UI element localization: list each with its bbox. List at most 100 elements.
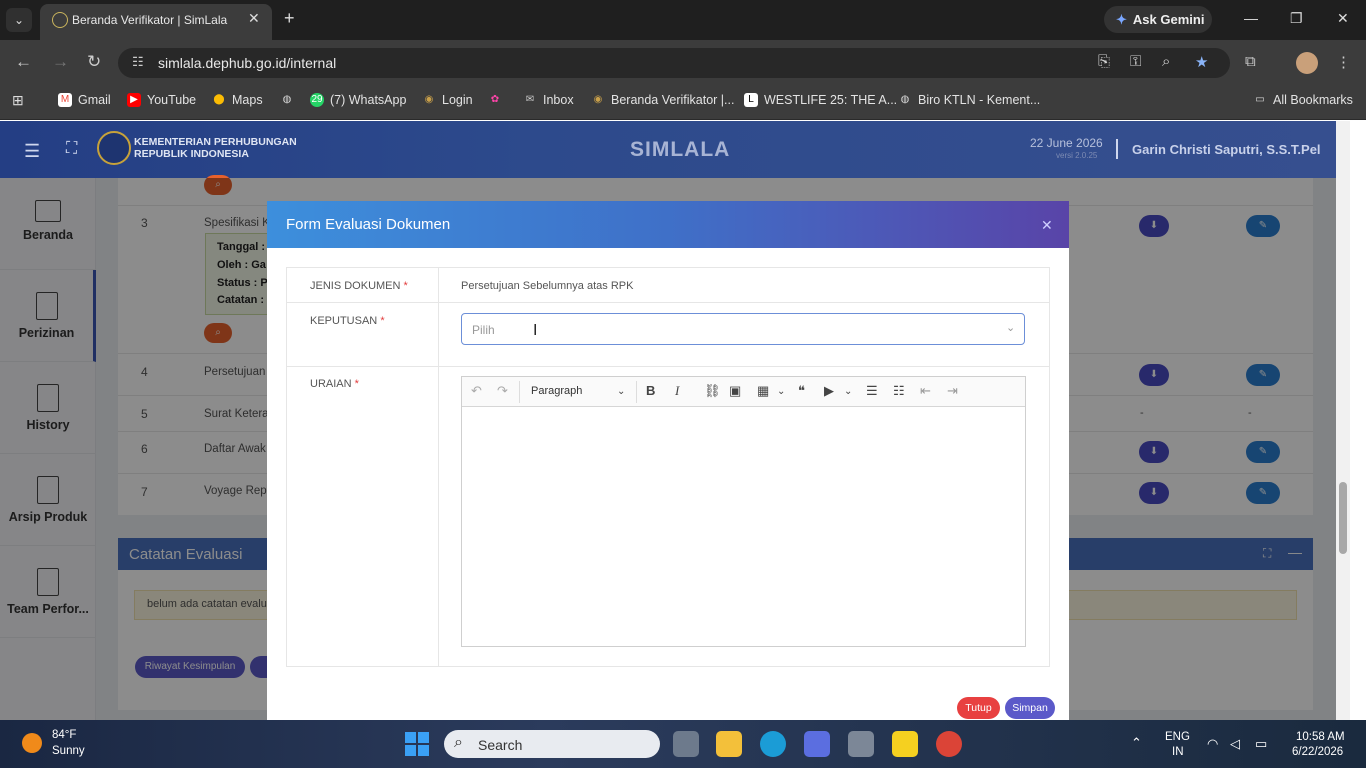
weather-condition[interactable]: Sunny	[52, 745, 85, 757]
form-row-divider	[287, 302, 1049, 303]
bold-icon[interactable]: B	[646, 383, 655, 398]
user-name[interactable]: Garin Christi Saputri, S.S.T.Pel	[1132, 142, 1321, 157]
reload-button[interactable]: ↻	[87, 52, 101, 72]
gemini-icon: ✦	[1116, 11, 1127, 27]
restore-button[interactable]: ❐	[1290, 10, 1303, 27]
ask-gemini-button[interactable]: ✦ Ask Gemini	[1104, 6, 1212, 33]
redo-icon[interactable]: ↷	[497, 383, 508, 399]
tab-close-icon[interactable]: ✕	[248, 10, 260, 27]
toolbar-separator	[519, 381, 520, 403]
text-cursor-icon: I	[533, 322, 538, 339]
forward-button[interactable]: →	[52, 52, 69, 72]
page-scrollbar[interactable]	[1336, 121, 1350, 720]
italic-icon[interactable]: I	[675, 383, 679, 399]
bookmark-maps[interactable]: ⬤ Maps	[212, 93, 262, 107]
bookmark-inbox[interactable]: ✉ Inbox	[523, 93, 574, 107]
bookmark-youtube[interactable]: ▶ YouTube	[127, 93, 196, 107]
clock-date[interactable]: 6/22/2026	[1292, 746, 1343, 758]
bookmark-globe[interactable]: ◍	[280, 93, 294, 107]
chevron-down-icon[interactable]: ⌄	[617, 386, 625, 397]
search-icon: ⌕	[454, 734, 463, 751]
edge-icon[interactable]	[760, 731, 786, 757]
chevron-down-icon[interactable]: ⌄	[777, 386, 785, 397]
ministry-name-line2: REPUBLIK INDONESIA	[134, 148, 249, 160]
simpan-button[interactable]: Simpan	[1005, 697, 1055, 719]
form-column-divider	[438, 267, 439, 667]
task-view-icon[interactable]	[673, 731, 699, 757]
scrollbar-thumb[interactable]	[1339, 482, 1347, 554]
chrome-icon[interactable]	[936, 731, 962, 757]
link-icon[interactable]: ⛓	[704, 383, 721, 399]
wifi-icon[interactable]: ◠	[1207, 736, 1218, 752]
bookmark-pinwheel[interactable]: ✿	[488, 93, 502, 107]
keputusan-select[interactable]	[461, 313, 1025, 345]
ministry-name-line1: KEMENTERIAN PERHUBUNGAN	[134, 136, 297, 148]
bookmark-beranda[interactable]: ◉ Beranda Verifikator |...	[591, 93, 735, 107]
indent-icon[interactable]: ⇥	[947, 383, 958, 399]
language-indicator[interactable]: ENG	[1165, 731, 1190, 743]
tutup-button[interactable]: Tutup	[957, 697, 1000, 719]
toolbar-separator	[636, 381, 637, 403]
windows-start-icon[interactable]	[405, 732, 429, 756]
uraian-rich-text-editor[interactable]	[461, 376, 1026, 647]
all-bookmarks[interactable]: ▭ All Bookmarks	[1253, 93, 1353, 107]
outdent-icon[interactable]: ⇤	[920, 383, 931, 399]
numbered-list-icon[interactable]: ☷	[893, 383, 905, 399]
install-app-icon[interactable]: ⎘	[1098, 53, 1110, 70]
camera-icon[interactable]	[848, 731, 874, 757]
extensions-icon[interactable]: ⧉	[1245, 53, 1256, 70]
clock-time[interactable]: 10:58 AM	[1296, 731, 1345, 743]
app-title: SIMLALA	[630, 138, 731, 161]
paragraph-style-dropdown[interactable]: Paragraph	[531, 385, 582, 397]
header-date: 22 June 2026	[1030, 136, 1103, 150]
tab-favicon-icon	[52, 12, 68, 28]
bookmark-login[interactable]: ◉ Login	[422, 93, 473, 107]
chevron-down-icon[interactable]: ⌄	[1006, 321, 1015, 334]
file-explorer-icon[interactable]	[716, 731, 742, 757]
site-info-icon[interactable]: ☷	[132, 54, 144, 70]
chevron-up-icon[interactable]: ⌃	[1131, 735, 1142, 751]
sun-icon[interactable]	[22, 733, 42, 753]
bookmark-westlife[interactable]: L WESTLIFE 25: THE A...	[744, 93, 897, 107]
modal-title: Form Evaluasi Dokumen	[286, 216, 451, 233]
app-icon[interactable]	[804, 731, 830, 757]
tab-title: Beranda Verifikator | SimLala	[72, 13, 228, 27]
ministry-logo	[97, 131, 131, 165]
bookmark-star-icon[interactable]: ★	[1195, 53, 1208, 71]
media-embed-icon[interactable]: ▶	[824, 383, 834, 399]
hamburger-menu-icon[interactable]: ☰	[24, 141, 40, 162]
bulleted-list-icon[interactable]: ☰	[866, 383, 878, 399]
bookmark-gmail[interactable]: M Gmail	[58, 93, 111, 107]
apps-grid-icon[interactable]: ⊞	[12, 92, 24, 109]
volume-icon[interactable]: ◁	[1230, 736, 1240, 752]
zoom-icon[interactable]: ⌕	[1162, 53, 1170, 70]
undo-icon[interactable]: ↶	[471, 383, 482, 399]
modal-close-icon[interactable]: ✕	[1041, 217, 1053, 234]
minimize-button[interactable]: —	[1244, 10, 1258, 26]
bookmark-whatsapp[interactable]: 29 (7) WhatsApp	[310, 93, 406, 107]
table-icon[interactable]: ▦	[757, 383, 769, 399]
chevron-down-icon[interactable]: ⌄	[844, 386, 852, 397]
password-key-icon[interactable]: ⚿	[1130, 53, 1141, 70]
profile-avatar[interactable]	[1296, 52, 1318, 74]
weather-temperature[interactable]: 84°F	[52, 729, 76, 741]
browser-menu-icon[interactable]: ⋮	[1336, 53, 1351, 71]
sticky-notes-icon[interactable]	[892, 731, 918, 757]
form-row-divider	[287, 366, 1049, 367]
battery-icon[interactable]: ▭	[1255, 736, 1267, 752]
fullscreen-icon[interactable]: ⛶	[66, 140, 77, 158]
blockquote-icon[interactable]: ❝	[798, 383, 805, 399]
back-button[interactable]: ←	[15, 52, 32, 72]
insert-image-icon[interactable]: ▣	[729, 383, 741, 399]
new-tab-button[interactable]: +	[284, 8, 295, 29]
taskbar-search[interactable]	[444, 730, 660, 758]
bookmark-biro-ktln[interactable]: ◍ Biro KTLN - Kement...	[898, 93, 1041, 107]
keyboard-layout[interactable]: IN	[1172, 746, 1184, 758]
window-edge	[1350, 121, 1366, 720]
keputusan-placeholder: Pilih	[472, 323, 495, 337]
url-text[interactable]: simlala.dephub.go.id/internal	[158, 55, 336, 71]
modal-backdrop-sidebar	[0, 178, 96, 720]
tab-search-button[interactable]: ⌄	[6, 8, 32, 32]
taskbar-search-label: Search	[478, 737, 523, 753]
close-window-button[interactable]: ✕	[1337, 10, 1349, 27]
